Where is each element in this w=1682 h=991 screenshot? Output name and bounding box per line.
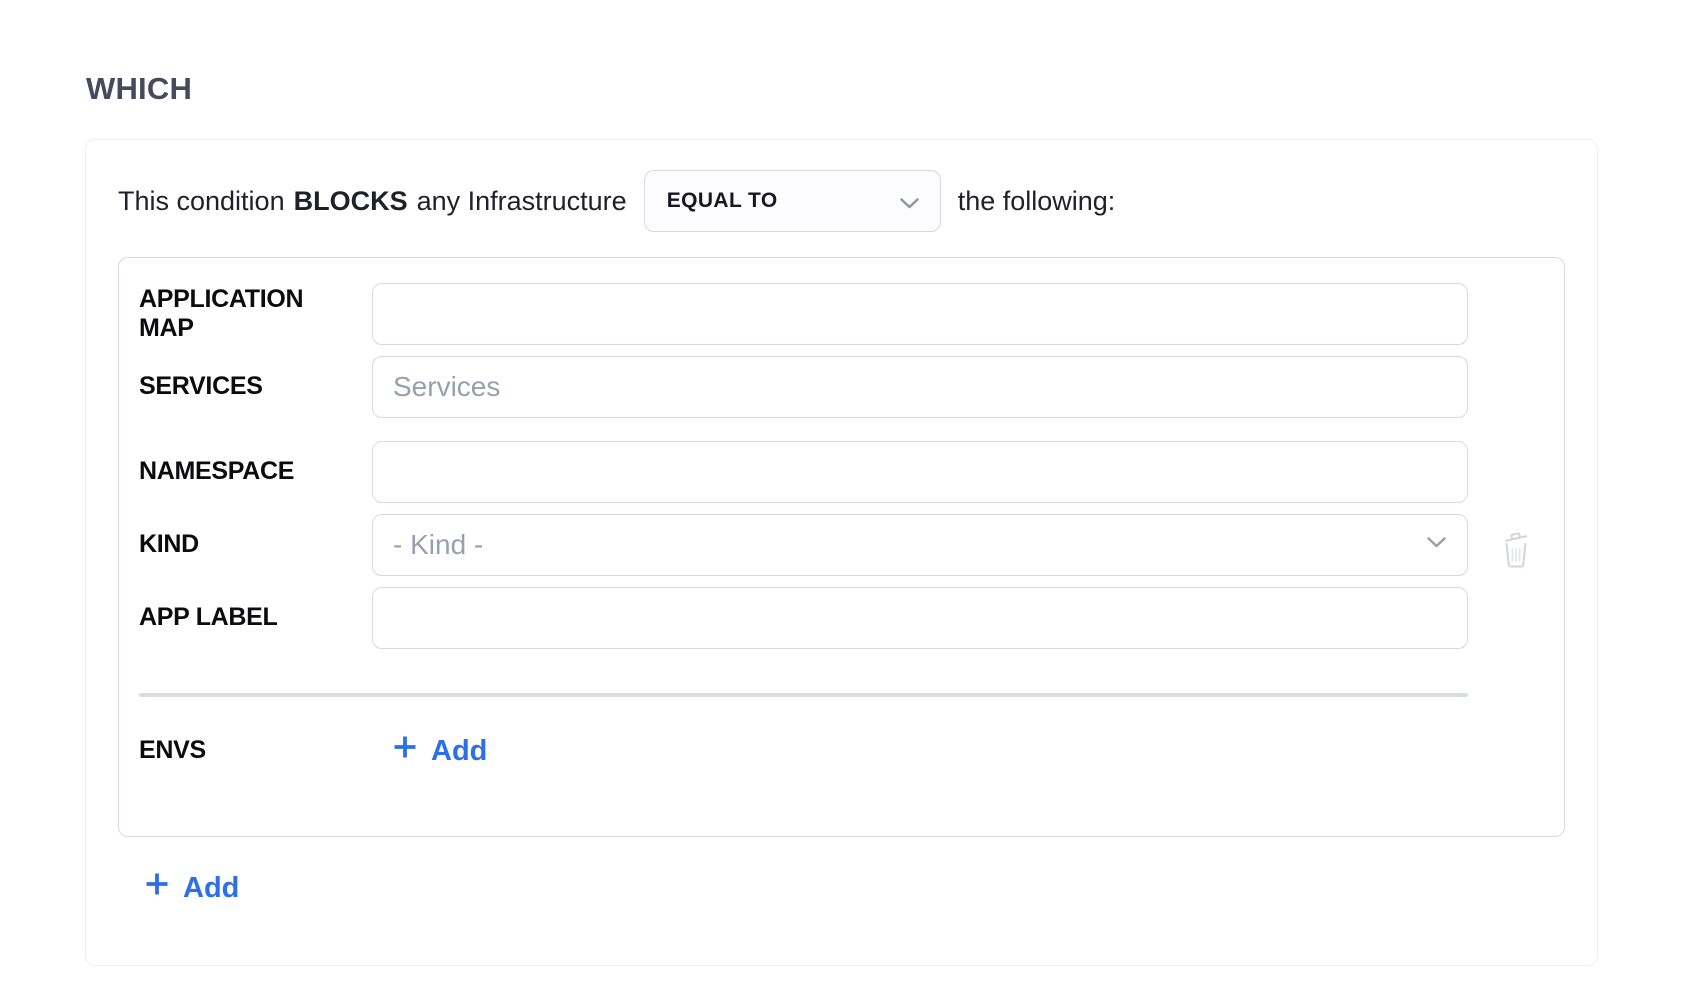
namespace-input[interactable] bbox=[372, 441, 1468, 503]
field-row-envs: ENVS Add bbox=[139, 734, 1468, 768]
app-label-label: APP LABEL bbox=[139, 603, 349, 633]
condition-verb-text: BLOCKS bbox=[294, 186, 408, 217]
field-row-app-label: APP LABEL bbox=[139, 587, 1468, 649]
services-input[interactable] bbox=[372, 356, 1468, 418]
operator-select[interactable]: EQUAL TO bbox=[644, 170, 941, 232]
add-condition-button[interactable]: Add bbox=[144, 871, 239, 905]
namespace-label: NAMESPACE bbox=[139, 457, 349, 487]
plus-icon bbox=[392, 734, 418, 768]
condition-card: This condition BLOCKS any Infrastructure… bbox=[85, 139, 1598, 966]
app-label-input[interactable] bbox=[372, 587, 1468, 649]
condition-suffix-text: the following: bbox=[958, 186, 1116, 217]
kind-label: KIND bbox=[139, 530, 349, 560]
envs-label: ENVS bbox=[139, 736, 349, 766]
trash-icon bbox=[1501, 557, 1531, 572]
services-label: SERVICES bbox=[139, 372, 349, 402]
kind-select[interactable]: - Kind - bbox=[372, 514, 1468, 576]
condition-prefix-text: This condition bbox=[118, 186, 285, 217]
divider bbox=[139, 693, 1468, 697]
chevron-down-icon bbox=[899, 186, 920, 217]
add-condition-button-label: Add bbox=[183, 872, 239, 905]
plus-icon bbox=[144, 871, 170, 905]
condition-sentence: This condition BLOCKS any Infrastructure… bbox=[118, 170, 1565, 232]
chevron-down-icon bbox=[1426, 536, 1447, 554]
condition-middle-text: any Infrastructure bbox=[417, 186, 627, 217]
kind-select-placeholder: - Kind - bbox=[393, 529, 483, 561]
envs-add-button-label: Add bbox=[431, 735, 487, 768]
section-heading: WHICH bbox=[86, 71, 192, 107]
field-row-kind: KIND - Kind - bbox=[139, 514, 1468, 576]
operator-select-value: EQUAL TO bbox=[667, 189, 778, 213]
application-map-label: APPLICATION MAP bbox=[139, 285, 349, 344]
application-map-input[interactable] bbox=[372, 283, 1468, 345]
field-row-application-map: APPLICATION MAP bbox=[139, 283, 1468, 345]
field-row-services: SERVICES bbox=[139, 356, 1468, 418]
infrastructure-fields-card: APPLICATION MAP SERVICES NAMESPACE KIND … bbox=[118, 257, 1565, 837]
delete-condition-button[interactable] bbox=[1501, 525, 1531, 569]
page: WHICH This condition BLOCKS any Infrastr… bbox=[0, 0, 1682, 991]
field-row-namespace: NAMESPACE bbox=[139, 441, 1468, 503]
envs-add-button[interactable]: Add bbox=[392, 734, 487, 768]
